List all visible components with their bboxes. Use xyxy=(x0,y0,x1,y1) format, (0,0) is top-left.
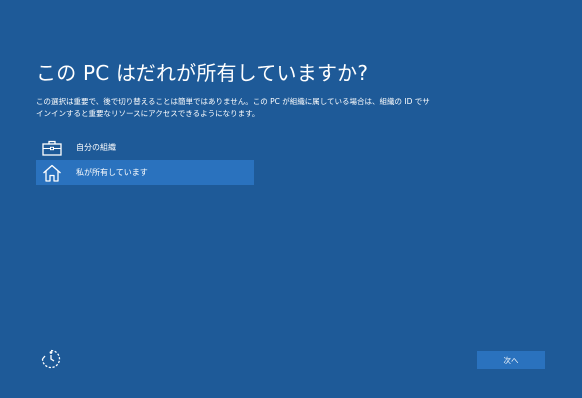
description-line-1: この選択は重要で、後で切り替えることは簡単ではありません。この PC が組織に属… xyxy=(36,97,430,106)
option-label: 私が所有しています xyxy=(76,168,148,177)
page-title: この PC はだれが所有していますか? xyxy=(36,61,369,85)
option-i-own-it[interactable]: 私が所有しています xyxy=(36,160,254,185)
page-description: この選択は重要で、後で切り替えることは簡単ではありません。この PC が組織に属… xyxy=(36,96,436,120)
description-line-2: インインすると重要なリソースにアクセスできるようになります。 xyxy=(36,109,260,118)
option-label: 自分の組織 xyxy=(76,143,116,152)
home-icon xyxy=(42,164,62,182)
next-button[interactable]: 次へ xyxy=(477,351,545,369)
option-my-organization[interactable]: 自分の組織 xyxy=(36,135,254,160)
ease-of-access-icon[interactable] xyxy=(40,348,62,370)
briefcase-icon xyxy=(42,139,62,157)
